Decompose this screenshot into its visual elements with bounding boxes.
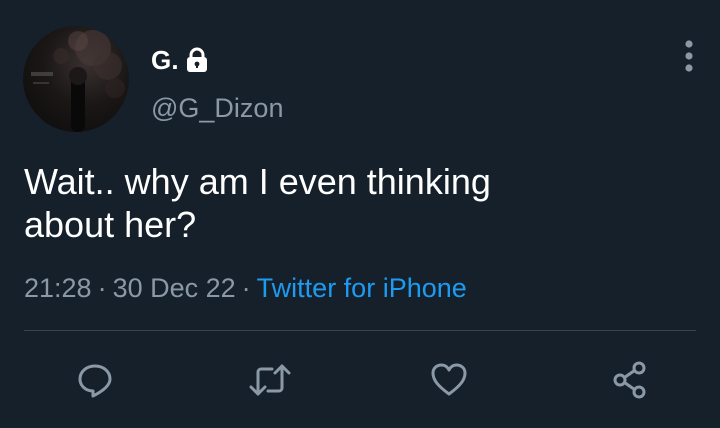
separator: · [241,273,251,303]
tweet: G. @G_Dizon Wait.. why am I even thinkin… [0,0,720,428]
tweet-text-line-1: Wait.. why am I even thinking [24,161,491,202]
user-handle[interactable]: @G_Dizon [151,93,283,124]
tweet-time: 21:28 [24,273,92,303]
avatar[interactable] [23,26,129,132]
tweet-source-link[interactable]: Twitter for iPhone [257,273,467,303]
retweet-button[interactable] [242,352,298,408]
lock-icon [185,47,209,73]
like-button[interactable] [421,352,477,408]
reply-button[interactable] [67,352,123,408]
tweet-actions-bar [0,352,720,408]
tweet-metadata: 21:28 · 30 Dec 22 · Twitter for iPhone [24,273,467,304]
divider [24,330,696,331]
share-icon [613,361,646,399]
like-icon [431,363,467,396]
tweet-text: Wait.. why am I even thinking about her? [24,160,684,246]
more-options-icon[interactable] [676,36,702,76]
share-button[interactable] [602,352,658,408]
retweet-icon [249,364,291,396]
tweet-date: 30 Dec 22 [112,273,236,303]
separator: · [97,273,107,303]
tweet-text-line-2: about her? [24,204,197,245]
display-name[interactable]: G. [151,45,179,76]
reply-icon [78,364,112,398]
avatar-image [31,30,125,132]
author-name-row: G. [151,44,209,76]
